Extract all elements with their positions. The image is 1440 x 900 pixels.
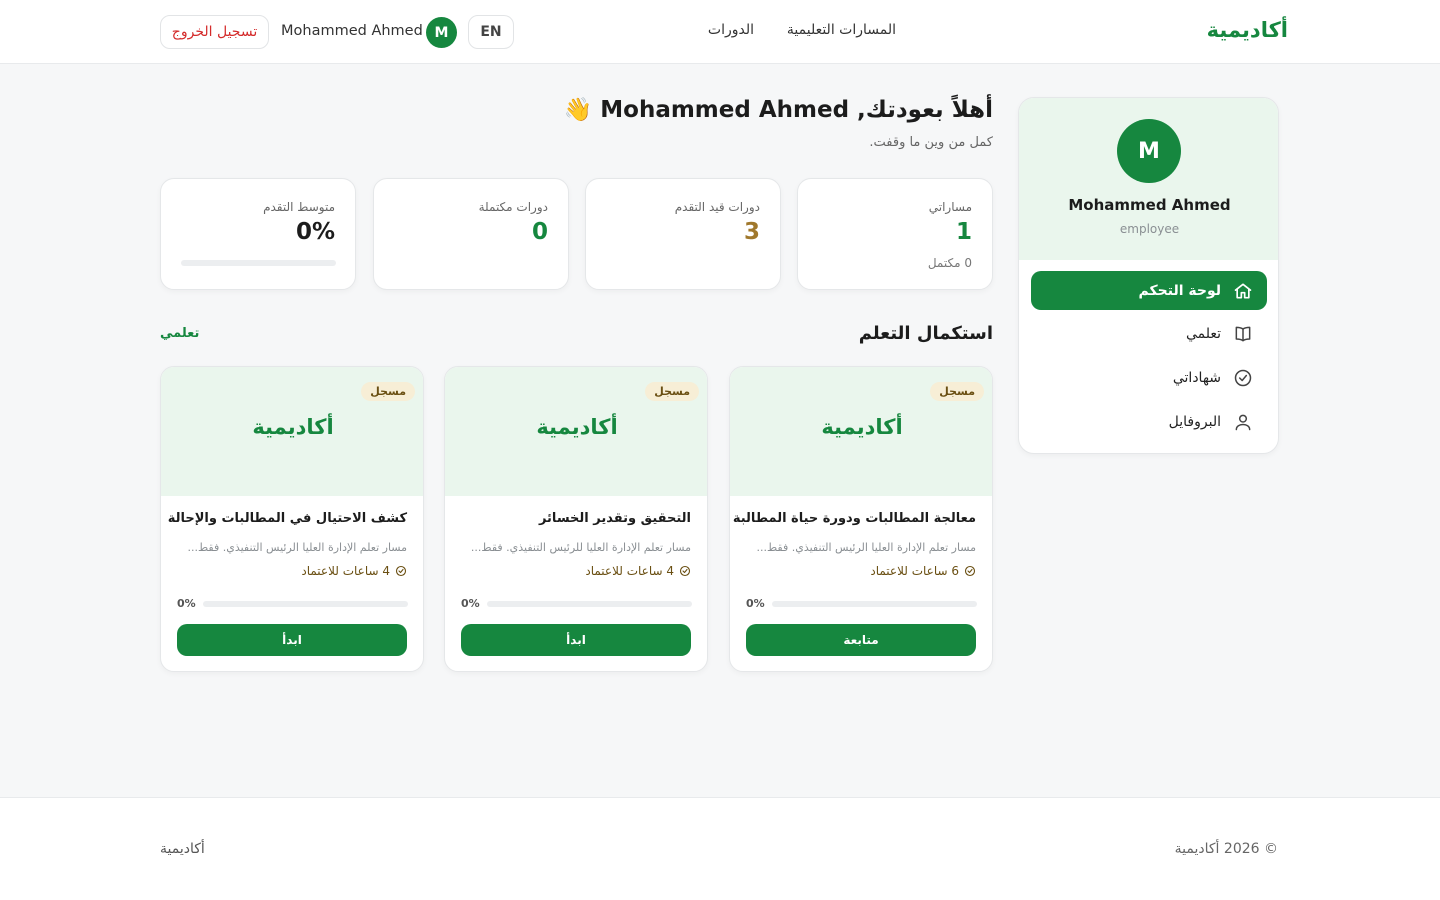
footer-copyright: © 2026 أكاديمية bbox=[1174, 841, 1278, 857]
stat-value: 0% bbox=[295, 219, 335, 245]
continue-button[interactable]: متابعة bbox=[746, 624, 976, 656]
course-description: مسار تعلم الإدارة العليا للرئيس التنفيذي… bbox=[470, 541, 691, 554]
course-title: كشف الاحتيال في المطالبات والإحالة bbox=[167, 511, 407, 526]
check-circle-icon bbox=[679, 565, 691, 577]
sidebar-item-my-learning[interactable]: تعلمي bbox=[1031, 314, 1267, 353]
sidebar-item-profile[interactable]: البروفايل bbox=[1031, 402, 1267, 441]
home-icon bbox=[1234, 283, 1252, 298]
check-circle-icon bbox=[964, 565, 976, 577]
course-progress-percent: 0% bbox=[177, 597, 196, 610]
sidebar-item-label: شهاداتي bbox=[1172, 369, 1221, 386]
stat-value: 3 bbox=[743, 219, 760, 245]
stat-card-my-paths: مساراتي 1 0 مكتمل bbox=[797, 178, 993, 290]
nav-courses[interactable]: الدورات bbox=[708, 22, 754, 38]
course-progress-bar bbox=[772, 601, 977, 607]
avatar: M bbox=[1117, 119, 1181, 183]
stat-label: متوسط التقدم bbox=[263, 200, 335, 214]
section-title: استكمال التعلم bbox=[858, 323, 993, 344]
user-icon bbox=[1235, 414, 1251, 430]
profile-header: M Mohammed Ahmed employee bbox=[1019, 98, 1278, 260]
stat-label: دورات مكتملة bbox=[478, 200, 548, 214]
course-progress-percent: 0% bbox=[746, 597, 765, 610]
profile-sidebar: M Mohammed Ahmed employee لوحة التحكم تع… bbox=[1018, 97, 1279, 454]
check-circle-icon bbox=[395, 565, 407, 577]
status-badge: مسجل bbox=[361, 382, 415, 401]
stat-note: 0 مكتمل bbox=[927, 256, 972, 270]
course-title: التحقيق وتقدير الخسائر bbox=[538, 511, 691, 526]
page-subtitle: كمل من وين ما وقفت. bbox=[869, 135, 993, 150]
stat-card-in-progress: دورات قيد التقدم 3 bbox=[585, 178, 781, 290]
status-badge: مسجل bbox=[930, 382, 984, 401]
header-user-name[interactable]: Mohammed Ahmed bbox=[281, 23, 423, 39]
stat-value: 1 bbox=[955, 219, 972, 245]
course-card[interactable]: مسجل أكاديمية كشف الاحتيال في المطالبات … bbox=[160, 366, 424, 672]
my-learning-link[interactable]: تعلمي bbox=[160, 326, 199, 341]
site-logo[interactable]: أكاديمية bbox=[1207, 18, 1288, 42]
start-button[interactable]: ابدأ bbox=[177, 624, 407, 656]
language-toggle[interactable]: EN bbox=[468, 15, 514, 49]
status-badge: مسجل bbox=[645, 382, 699, 401]
sidebar-item-label: تعلمي bbox=[1185, 325, 1221, 342]
start-button[interactable]: ابدأ bbox=[461, 624, 691, 656]
course-hours-label: 4 ساعات للاعتماد bbox=[301, 564, 390, 578]
course-description: مسار تعلم الإدارة العليا الرئيس التنفيذي… bbox=[187, 541, 407, 554]
course-description: مسار تعلم الإدارة العليا الرئيس التنفيذي… bbox=[756, 541, 976, 554]
course-cover: مسجل أكاديمية bbox=[161, 367, 423, 496]
course-title: معالجة المطالبات ودورة حياة المطالبة bbox=[732, 511, 976, 526]
course-card[interactable]: مسجل أكاديمية معالجة المطالبات ودورة حيا… bbox=[729, 366, 993, 672]
stat-card-completed: دورات مكتملة 0 bbox=[373, 178, 569, 290]
stat-value: 0 bbox=[531, 219, 548, 245]
sidebar-item-certificates[interactable]: شهاداتي bbox=[1031, 358, 1267, 397]
course-hours-label: 6 ساعات للاعتماد bbox=[870, 564, 959, 578]
course-progress-percent: 0% bbox=[461, 597, 480, 610]
sidebar-item-label: البروفايل bbox=[1168, 413, 1221, 430]
course-hours-label: 4 ساعات للاعتماد bbox=[585, 564, 674, 578]
course-card[interactable]: مسجل أكاديمية التحقيق وتقدير الخسائر مسا… bbox=[444, 366, 708, 672]
course-brand: أكاديمية bbox=[536, 415, 618, 439]
course-cover: مسجل أكاديمية bbox=[730, 367, 992, 496]
course-hours: 4 ساعات للاعتماد bbox=[585, 564, 691, 578]
sidebar-item-label: لوحة التحكم bbox=[1138, 282, 1221, 299]
course-progress-bar bbox=[203, 601, 408, 607]
sidebar-item-dashboard[interactable]: لوحة التحكم bbox=[1031, 271, 1267, 310]
course-hours: 4 ساعات للاعتماد bbox=[301, 564, 407, 578]
profile-name: Mohammed Ahmed bbox=[1068, 196, 1231, 214]
check-circle-icon bbox=[1234, 369, 1252, 386]
progress-bar bbox=[181, 260, 336, 266]
profile-role: employee bbox=[1119, 222, 1180, 236]
stat-card-avg-progress: متوسط التقدم 0% bbox=[160, 178, 356, 290]
stat-label: دورات قيد التقدم bbox=[674, 200, 760, 214]
header-avatar[interactable]: M bbox=[426, 17, 457, 48]
footer-brand: أكاديمية bbox=[160, 841, 205, 857]
book-icon bbox=[1235, 326, 1251, 341]
course-brand: أكاديمية bbox=[252, 415, 334, 439]
course-hours: 6 ساعات للاعتماد bbox=[870, 564, 976, 578]
page-title: أهلاً بعودتك, Mohammed Ahmed 👋 bbox=[563, 97, 993, 123]
logout-button[interactable]: تسجيل الخروج bbox=[160, 15, 269, 49]
course-progress-bar bbox=[487, 601, 692, 607]
top-header: أكاديمية المسارات التعليمية الدورات تسجي… bbox=[0, 0, 1440, 64]
stat-label: مساراتي bbox=[928, 200, 972, 214]
nav-learning-paths[interactable]: المسارات التعليمية bbox=[787, 22, 896, 38]
course-brand: أكاديمية bbox=[821, 415, 903, 439]
page-footer: أكاديمية © 2026 أكاديمية bbox=[0, 797, 1440, 900]
course-cover: مسجل أكاديمية bbox=[445, 367, 707, 496]
